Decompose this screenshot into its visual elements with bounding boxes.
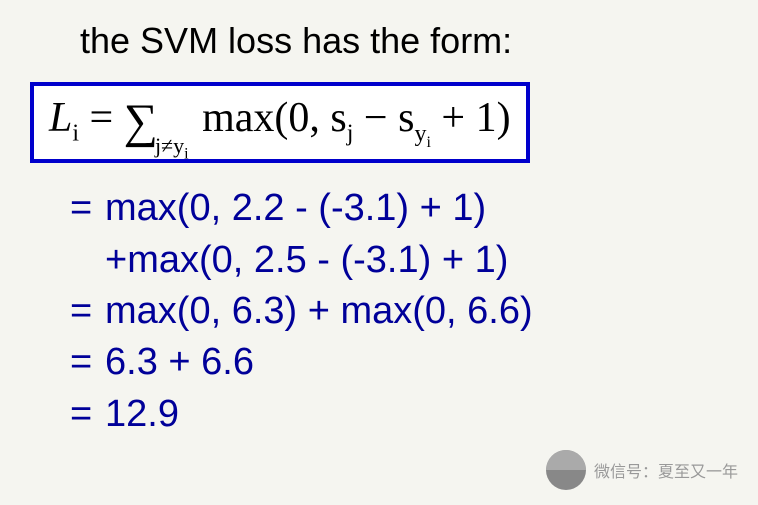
syi-sub: yi [414, 121, 430, 147]
svm-loss-formula: Li = ∑j≠yi max(0, sj − syi + 1) [30, 82, 530, 163]
calc-line-1b: +max(0, 2.5 - (-3.1) + 1) [105, 235, 728, 286]
eq-2: = [70, 286, 105, 337]
calc-line-3: = 6.3 + 6.6 [70, 337, 728, 388]
watermark: 夏至又一年 [546, 450, 738, 490]
plus-one-close: + 1) [431, 95, 511, 141]
var-L: L [49, 95, 72, 141]
expr-4: 12.9 [105, 389, 179, 440]
expr-3: 6.3 + 6.6 [105, 337, 254, 388]
expr-2: max(0, 6.3) + max(0, 6.6) [105, 286, 533, 337]
expr-1b: +max(0, 2.5 - (-3.1) + 1) [105, 235, 508, 286]
calc-line-2: = max(0, 6.3) + max(0, 6.6) [70, 286, 728, 337]
eq-1: = [70, 183, 105, 234]
calculation-steps: = max(0, 2.2 - (-3.1) + 1) +max(0, 2.5 -… [70, 183, 728, 439]
eq-4: = [70, 389, 105, 440]
eq-3: = [70, 337, 105, 388]
sigma-subscript: j≠yi [155, 133, 189, 158]
watermark-text: 夏至又一年 [594, 458, 738, 482]
max-fn-open: max(0, s [192, 95, 347, 141]
wechat-name: 夏至又一年 [658, 464, 738, 481]
sy-y: y [414, 121, 426, 147]
calc-line-4: = 12.9 [70, 389, 728, 440]
sigma-symbol: ∑ [124, 94, 158, 149]
sum-cond-sub: i [184, 145, 188, 162]
expr-1a: max(0, 2.2 - (-3.1) + 1) [105, 183, 486, 234]
wechat-avatar-icon [546, 450, 586, 490]
equals-sign: = [79, 95, 124, 141]
minus-syi: − s [353, 95, 414, 141]
wechat-label [594, 464, 658, 481]
formula-lhs-var: Li [49, 95, 79, 141]
sum-cond: j≠y [155, 133, 184, 158]
slide-title: the SVM loss has the form: [80, 20, 728, 62]
calc-line-1a: = max(0, 2.2 - (-3.1) + 1) [70, 183, 728, 234]
